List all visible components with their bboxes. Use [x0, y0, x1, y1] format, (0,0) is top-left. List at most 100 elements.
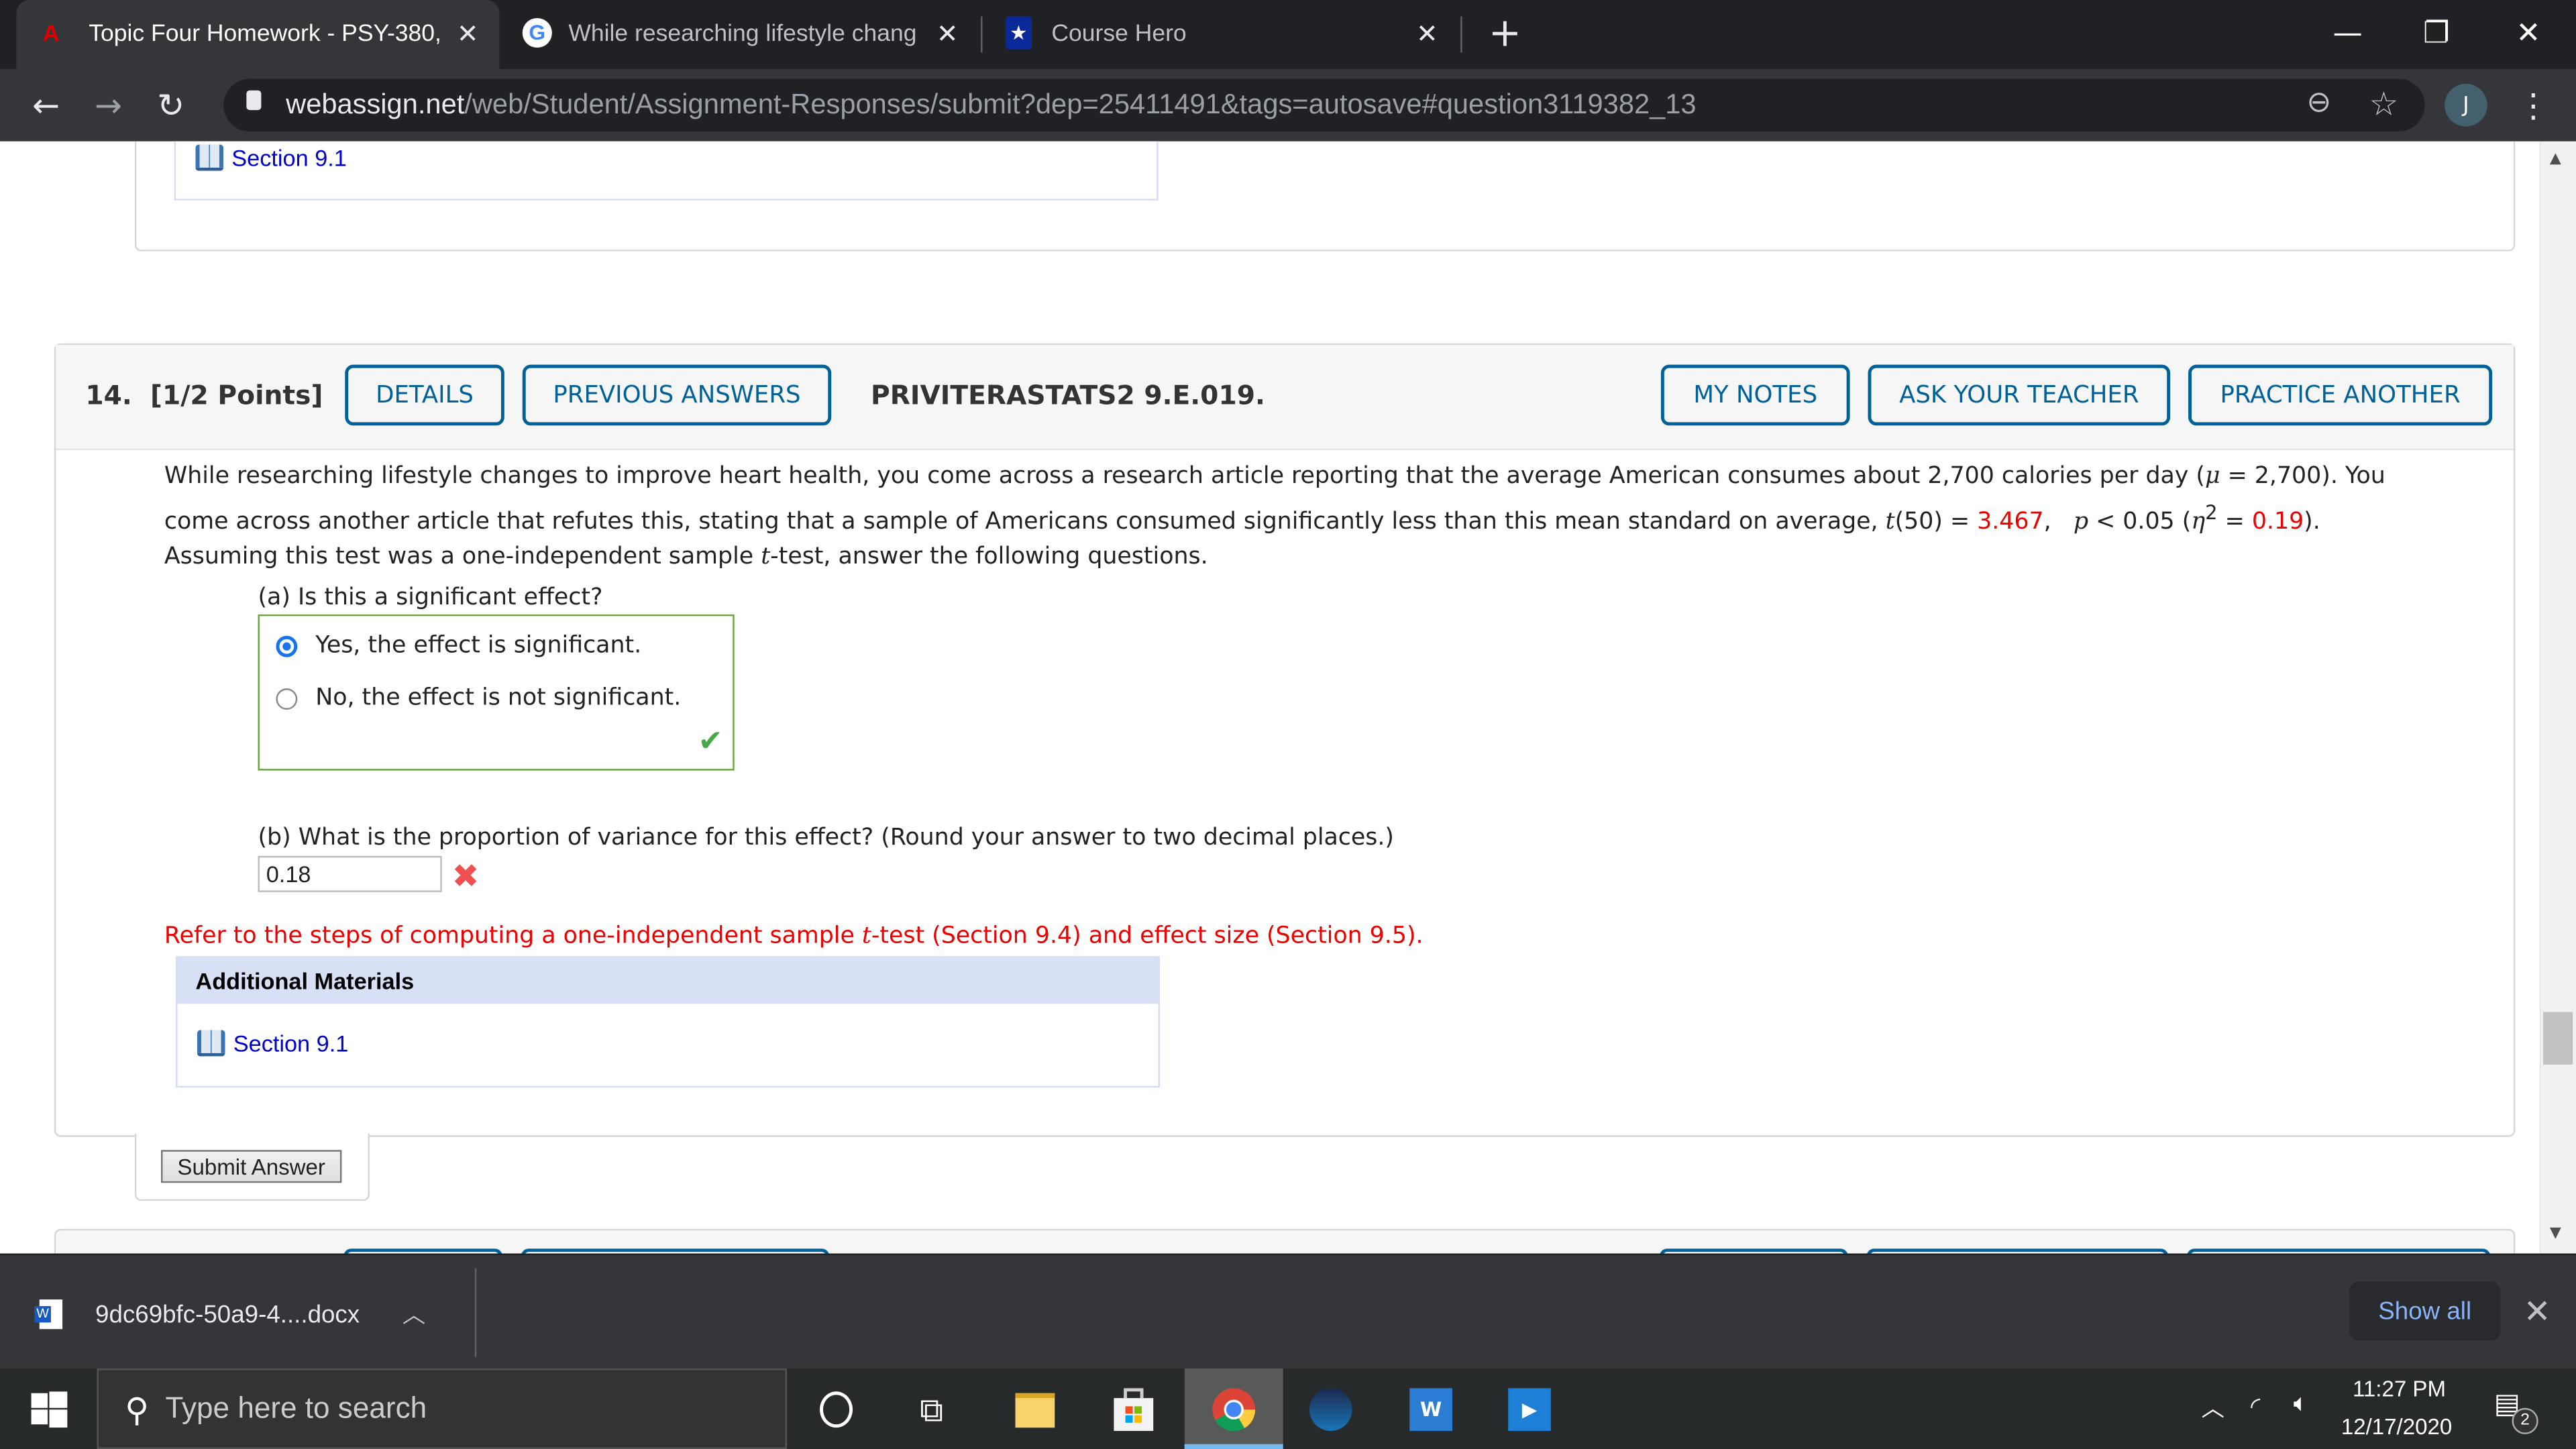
eta-value: 0.19 — [2251, 508, 2304, 535]
close-downloads-icon[interactable]: ✕ — [2524, 1291, 2551, 1331]
text-segment: < 0.05 ( — [2088, 508, 2192, 535]
chrome-icon[interactable] — [1208, 1383, 1260, 1436]
url-path: /web/Student/Assignment-Responses/submit… — [464, 89, 1697, 120]
task-view-icon[interactable]: ⧉ — [905, 1383, 957, 1436]
search-icon: ⚲ — [125, 1389, 150, 1429]
scroll-down-arrow-icon[interactable]: ▼ — [2550, 1226, 2561, 1242]
t-symbol: t — [861, 923, 871, 950]
tray-chevron-up-icon[interactable]: ︿ — [2202, 1391, 2224, 1424]
next-practice-another-button[interactable] — [2186, 1248, 2491, 1254]
close-tab-icon[interactable]: ✕ — [457, 18, 479, 51]
tab-title: While researching lifestyle chang — [568, 21, 917, 48]
details-button[interactable]: DETAILS — [345, 364, 504, 426]
proportion-variance-input[interactable]: 0.18 — [258, 855, 442, 892]
word-doc-icon — [34, 1299, 63, 1330]
volume-icon[interactable]: 🔈︎ — [2294, 1390, 2308, 1418]
address-bar[interactable]: webassign.net/web/Student/Assignment-Res… — [223, 78, 2425, 131]
clock-time[interactable]: 11:27 PM — [2353, 1377, 2446, 1401]
browser-toolbar: ← → ↻ webassign.net/web/Student/Assignme… — [0, 68, 2576, 142]
section-link[interactable]: Section 9.1 — [197, 1030, 348, 1057]
section-link-text: Section 9.1 — [231, 144, 347, 171]
submit-answer-button[interactable]: Submit Answer — [161, 1150, 342, 1183]
ask-your-teacher-button[interactable]: ASK YOUR TEACHER — [1868, 364, 2171, 426]
option-yes[interactable]: Yes, the effect is significant. — [276, 633, 641, 659]
notification-count-badge: 2 — [2512, 1407, 2538, 1434]
close-tab-icon[interactable]: ✕ — [936, 18, 959, 51]
show-all-button[interactable]: Show all — [2349, 1281, 2501, 1341]
windows-start-icon[interactable] — [23, 1383, 75, 1436]
close-tab-icon[interactable]: ✕ — [1416, 18, 1438, 51]
cortana-icon[interactable] — [810, 1383, 862, 1436]
tab-title: Topic Four Homework - PSY-380, — [89, 21, 441, 48]
additional-materials-title: Additional Materials — [177, 957, 1159, 1004]
option-no[interactable]: No, the effect is not significant. — [276, 685, 681, 711]
microsoft-store-icon[interactable] — [1108, 1383, 1160, 1436]
coursehero-star-icon: ★ — [1005, 16, 1032, 50]
eta-symbol: η — [2191, 508, 2206, 535]
next-my-notes-button[interactable] — [1659, 1248, 1849, 1254]
minimize-button[interactable]: — — [2310, 10, 2385, 56]
correct-check-icon: ✔ — [698, 724, 723, 759]
restore-button[interactable]: ❐ — [2399, 10, 2475, 56]
tab-course-hero[interactable]: ★ Course Hero ✕ — [983, 0, 1459, 69]
section-link-text: Section 9.1 — [233, 1030, 349, 1057]
question-points: 14. [1/2 Points] — [85, 380, 323, 411]
browser-titlebar: A Topic Four Homework - PSY-380, ✕ G Whi… — [0, 0, 2576, 69]
divider — [474, 1268, 477, 1357]
movies-tv-icon[interactable]: ▶ — [1503, 1383, 1556, 1436]
scroll-thumb[interactable] — [2543, 1012, 2573, 1065]
text-segment: come across another article that refutes… — [164, 508, 1886, 535]
text-segment: While researching lifestyle changes to i… — [164, 463, 2205, 490]
next-details-button[interactable] — [343, 1248, 503, 1254]
file-explorer-icon[interactable] — [1009, 1383, 1061, 1436]
book-icon — [197, 1030, 225, 1057]
clock-date[interactable]: 12/17/2020 — [2341, 1415, 2452, 1440]
practice-another-button[interactable]: PRACTICE ANOTHER — [2188, 364, 2493, 426]
download-item[interactable]: 9dc69bfc-50a9-4....docx ︿ — [34, 1298, 425, 1331]
word-icon[interactable]: W — [1405, 1383, 1457, 1436]
chevron-up-icon[interactable]: ︿ — [402, 1298, 425, 1331]
book-icon — [195, 144, 224, 171]
text-segment: -test (Section 9.4) and effect size (Sec… — [871, 923, 1424, 950]
url-text[interactable]: webassign.net/web/Student/Assignment-Res… — [286, 89, 1696, 121]
tab-google-search[interactable]: G While researching lifestyle chang ✕ — [502, 0, 979, 69]
page-scrollbar[interactable]: ▲ ▼ — [2540, 141, 2576, 1254]
tab-webassign[interactable]: A Topic Four Homework - PSY-380, ✕ — [16, 0, 500, 69]
close-window-button[interactable]: ✕ — [2491, 10, 2567, 56]
text-segment: Assuming this test was a one-independent… — [164, 544, 761, 571]
next-previous-answers-button[interactable] — [521, 1248, 830, 1254]
new-tab-button[interactable]: + — [1489, 10, 1521, 56]
previous-answers-button[interactable]: PREVIOUS ANSWERS — [522, 364, 832, 426]
points-label: [1/2 Points] — [150, 379, 323, 411]
forward-button[interactable]: → — [85, 82, 131, 128]
lock-icon — [246, 90, 262, 111]
scroll-up-arrow-icon[interactable]: ▲ — [2550, 151, 2561, 167]
question-text: While researching lifestyle changes to i… — [164, 460, 2465, 577]
radio-unselected[interactable] — [276, 687, 298, 709]
menu-kebab-icon[interactable]: ⋮ — [2510, 82, 2557, 128]
windows-taskbar: ⚲ Type here to search ⧉ W ▶ ︿ ◜ 🔈︎ 11:27… — [0, 1368, 2576, 1449]
hint-text: Refer to the steps of computing a one-in… — [164, 923, 1424, 949]
zoom-out-icon[interactable]: ⊖ — [2306, 85, 2331, 119]
radio-selected[interactable] — [276, 635, 298, 657]
steam-icon[interactable] — [1305, 1383, 1357, 1436]
url-host: webassign.net — [286, 89, 465, 120]
profile-avatar[interactable]: J — [2445, 83, 2487, 127]
text-segment: -test, answer the following questions. — [770, 544, 1208, 571]
my-notes-button[interactable]: MY NOTES — [1660, 364, 1850, 426]
back-button[interactable]: ← — [23, 82, 69, 128]
text-segment: ). — [2304, 508, 2320, 535]
part-b-label: (b) What is the proportion of variance f… — [258, 824, 1395, 851]
section-link[interactable]: Section 9.1 — [195, 144, 347, 171]
download-filename: 9dc69bfc-50a9-4....docx — [95, 1300, 360, 1329]
bookmark-star-icon[interactable]: ☆ — [2369, 84, 2398, 123]
downloads-bar: 9dc69bfc-50a9-4....docx ︿ Show all ✕ — [0, 1253, 2576, 1371]
next-ask-teacher-button[interactable] — [1866, 1248, 2169, 1254]
text-segment: , — [2043, 508, 2074, 535]
webassign-page: Section 9.1 14. [1/2 Points] DETAILS PRE… — [0, 141, 2540, 1254]
taskbar-search[interactable]: ⚲ Type here to search — [97, 1368, 788, 1449]
reload-button[interactable]: ↻ — [148, 82, 194, 128]
incorrect-x-icon: ✖ — [451, 855, 480, 896]
wifi-icon[interactable]: ◜ — [2251, 1391, 2260, 1421]
eta-exponent: 2 — [2205, 500, 2218, 524]
